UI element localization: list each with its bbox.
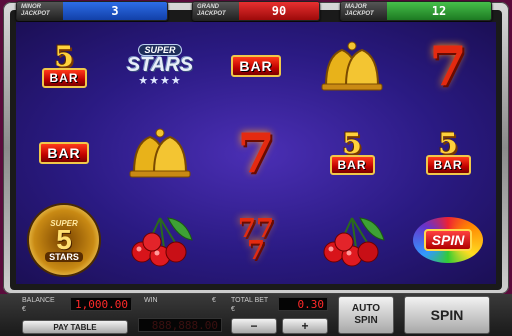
balance-currency: € bbox=[22, 306, 26, 313]
control-panel: BALANCE € 1,000.00 PAY TABLE WIN € 888,8… bbox=[0, 294, 512, 336]
symbol-seven: 7 bbox=[400, 22, 496, 109]
grand-jackpot: GRAND JACKPOT 90 bbox=[192, 1, 320, 21]
total-bet-label: TOTAL BET bbox=[231, 297, 269, 304]
cherries-icon bbox=[131, 217, 193, 267]
five-text: 5 bbox=[56, 223, 72, 255]
symbol-bells bbox=[304, 22, 400, 109]
seven-text: 7 bbox=[237, 120, 275, 185]
major-jackpot-label: MAJOR bbox=[345, 4, 367, 10]
symbol-seven: 7 bbox=[208, 109, 304, 196]
five-text: 5 bbox=[54, 39, 74, 73]
symbol-bar: BAR bbox=[208, 22, 304, 109]
bar-text: BAR bbox=[425, 154, 471, 175]
symbol-bar: BAR bbox=[16, 109, 112, 196]
stars-row: ★★★★ bbox=[138, 75, 182, 88]
symbol-cherries bbox=[304, 197, 400, 284]
minor-jackpot: MINOR JACKPOT 3 bbox=[16, 1, 168, 21]
symbol-cherries bbox=[112, 197, 208, 284]
minor-jackpot-label-sub: JACKPOT bbox=[21, 11, 50, 17]
grand-jackpot-value: 90 bbox=[239, 2, 319, 20]
symbol-5bar: 5 BAR bbox=[16, 22, 112, 109]
spin-symbol-text: SPIN bbox=[423, 229, 473, 252]
reels-grid: 5 BAR SUPER STARS ★★★★ BAR 7 BAR 7 5 BAR… bbox=[16, 22, 496, 284]
five-text: 5 bbox=[342, 126, 362, 160]
symbol-triple-seven: 77 7 bbox=[208, 197, 304, 284]
spin-button[interactable]: SPIN bbox=[404, 296, 490, 334]
symbol-super5-stars: SUPER 5 STARS bbox=[16, 197, 112, 284]
total-bet-value: 0.30 bbox=[278, 297, 328, 311]
symbol-5bar: 5 BAR bbox=[400, 109, 496, 196]
minor-jackpot-label: MINOR bbox=[21, 4, 41, 10]
cherries-icon bbox=[323, 217, 385, 267]
bells-icon bbox=[129, 128, 191, 178]
stars-text: STARS bbox=[45, 251, 83, 262]
win-currency: € bbox=[212, 297, 216, 304]
bar-text: BAR bbox=[231, 54, 281, 77]
pay-table-button[interactable]: PAY TABLE bbox=[22, 320, 128, 334]
seven-text: 7 bbox=[246, 236, 266, 267]
auto-spin-button[interactable]: AUTO SPIN bbox=[338, 296, 394, 334]
symbol-spin: SPIN bbox=[400, 197, 496, 284]
bar-text: BAR bbox=[41, 67, 87, 88]
decrease-bet-button[interactable]: − bbox=[231, 318, 277, 334]
symbol-bells bbox=[112, 109, 208, 196]
symbol-5bar: 5 BAR bbox=[304, 109, 400, 196]
grand-jackpot-label-sub: JACKPOT bbox=[197, 11, 226, 17]
major-jackpot: MAJOR JACKPOT 12 bbox=[340, 1, 492, 21]
win-value: 888,888.00 bbox=[138, 318, 222, 332]
symbol-super-stars: SUPER STARS ★★★★ bbox=[112, 22, 208, 109]
seven-text: 7 bbox=[429, 33, 467, 98]
balance-value: 1,000.00 bbox=[70, 297, 132, 311]
major-jackpot-label-sub: JACKPOT bbox=[345, 11, 374, 17]
total-bet-currency: € bbox=[231, 306, 235, 313]
bar-text: BAR bbox=[329, 154, 375, 175]
win-label: WIN bbox=[144, 297, 158, 304]
five-text: 5 bbox=[438, 126, 458, 160]
major-jackpot-value: 12 bbox=[387, 2, 491, 20]
bar-text: BAR bbox=[39, 141, 89, 164]
balance-label: BALANCE bbox=[22, 297, 55, 304]
bells-icon bbox=[321, 41, 383, 91]
minor-jackpot-value: 3 bbox=[63, 2, 167, 20]
grand-jackpot-label: GRAND bbox=[197, 4, 219, 10]
increase-bet-button[interactable]: + bbox=[282, 318, 328, 334]
